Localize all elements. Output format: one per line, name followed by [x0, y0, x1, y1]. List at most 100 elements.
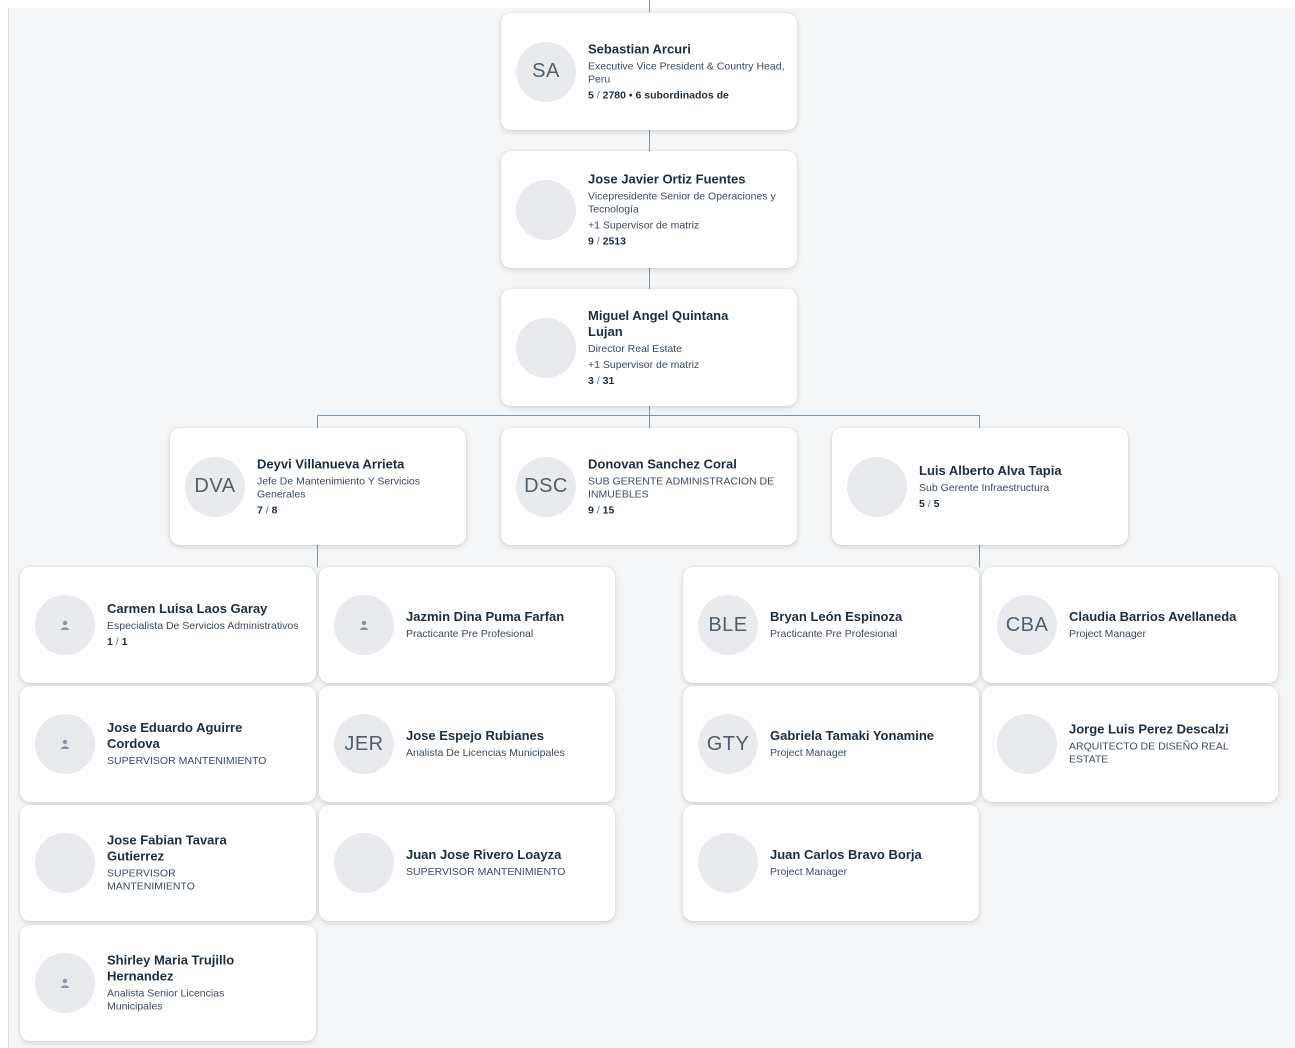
avatar: [35, 714, 95, 774]
job-title: Project Manager: [770, 747, 848, 759]
org-card[interactable]: Jazmin Dina Puma Farfan Practicante Pre …: [319, 567, 615, 683]
employee-name: Sebastian Arcuri: [588, 41, 691, 56]
total-reports-count: 2780: [602, 89, 626, 101]
org-card[interactable]: CBA Claudia Barrios Avellaneda Project M…: [982, 567, 1278, 683]
employee-name: Jose Espejo Rubianes: [406, 728, 544, 743]
employee-name: Deyvi Villanueva Arrieta: [257, 456, 405, 471]
org-card[interactable]: DVA Deyvi Villanueva Arrieta Jefe De Man…: [170, 428, 466, 545]
avatar-initials: GTY: [706, 732, 750, 755]
job-title: Project Manager: [1069, 628, 1147, 640]
total-reports-count: 2513: [602, 235, 626, 247]
avatar: DVA: [185, 456, 245, 517]
org-card[interactable]: Jose Fabian Tavara Gutierrez SUPERVISOR …: [20, 805, 316, 921]
job-title: Executive Vice President & Country Head,…: [588, 60, 785, 85]
job-title: Analista Senior Licencias Municipales: [107, 987, 225, 1013]
org-card[interactable]: Luis Alberto Alva Tapia Sub Gerente Infr…: [832, 428, 1128, 545]
employee-name: Carmen Luisa Laos Garay: [107, 601, 268, 616]
connector-line: [649, 406, 650, 428]
org-card[interactable]: Jose Javier Ortiz Fuentes Vicepresidente…: [501, 151, 797, 268]
report-counts: 5 / 5: [919, 498, 1116, 511]
avatar: [847, 456, 907, 517]
avatar: [997, 714, 1057, 774]
total-reports-count: 1: [121, 636, 128, 648]
org-card[interactable]: Juan Carlos Bravo Borja Project Manager: [683, 805, 979, 921]
person-placeholder-icon: [61, 620, 69, 630]
report-counts: 9 / 15: [588, 504, 785, 517]
avatar: [35, 833, 95, 893]
total-reports-count: 31: [602, 374, 615, 387]
employee-name: Juan Carlos Bravo Borja: [770, 847, 922, 862]
avatar: CBA: [997, 595, 1057, 655]
employee-name: Bryan León Espinoza: [770, 609, 903, 624]
avatar-initials: BLE: [708, 613, 748, 636]
org-card[interactable]: DSC Donovan Sanchez Coral SUB GERENTE AD…: [501, 428, 797, 545]
person-placeholder-icon: [61, 739, 69, 749]
connector-line: [317, 415, 318, 428]
total-reports-count: 5: [933, 497, 940, 510]
employee-name: Jose Javier Ortiz Fuentes: [588, 171, 746, 186]
person-placeholder-icon: [360, 620, 368, 630]
org-card[interactable]: Miguel Angel Quintana Lujan Director Rea…: [501, 289, 797, 406]
connector-line: [979, 545, 980, 567]
avatar-initials: DSC: [524, 475, 568, 497]
job-title: SUPERVISOR MANTENIMIENTO: [406, 866, 566, 878]
connector-line: [649, 268, 650, 289]
avatar-initials: JER: [344, 732, 384, 755]
count-separator: /: [593, 374, 603, 387]
org-card[interactable]: BLE Bryan León Espinoza Practicante Pre …: [683, 567, 979, 683]
total-reports-count: 15: [602, 504, 615, 516]
org-card[interactable]: GTY Gabriela Tamaki Yonamine Project Man…: [683, 686, 979, 802]
avatar: [698, 833, 758, 893]
job-title: Analista De Licencias Municipales: [406, 747, 565, 759]
employee-name: Jose Eduardo Aguirre Cordova: [107, 720, 243, 751]
avatar-initials: SA: [532, 60, 560, 82]
count-separator: /: [112, 636, 122, 648]
employee-name: Gabriela Tamaki Yonamine: [770, 728, 935, 743]
org-card[interactable]: Carmen Luisa Laos Garay Especialista De …: [20, 567, 316, 683]
avatar: DSC: [516, 456, 576, 517]
org-card[interactable]: SA Sebastian Arcuri Executive Vice Presi…: [501, 13, 797, 130]
job-title: Sub Gerente Infraestructura: [919, 481, 1050, 494]
employee-name: Jorge Luis Perez Descalzi: [1069, 721, 1229, 737]
avatar: BLE: [698, 595, 758, 655]
matrix-supervisor-note: +1 Supervisor de matriz: [588, 219, 700, 231]
job-title: ARQUITECTO DE DISEÑO REAL ESTATE: [1069, 740, 1229, 766]
job-title: Jefe De Mantenimiento Y Servicios Genera…: [257, 475, 421, 500]
job-title: SUPERVISOR MANTENIMIENTO: [107, 867, 195, 893]
report-counts: 3 / 31: [588, 375, 757, 388]
avatar: [516, 179, 576, 240]
avatar-initials: DVA: [194, 475, 236, 497]
connector-line: [317, 545, 318, 567]
count-separator: /: [593, 89, 603, 101]
subordinates-note: • 6 subordinados de: [628, 89, 729, 101]
job-title: SUPERVISOR MANTENIMIENTO: [107, 755, 267, 767]
report-counts: 5 / 2780 • 6 subordinados de: [588, 89, 785, 102]
employee-name: Donovan Sanchez Coral: [588, 456, 737, 471]
avatar-initials: CBA: [1005, 613, 1049, 636]
org-card[interactable]: Jorge Luis Perez Descalzi ARQUITECTO DE …: [982, 686, 1278, 802]
employee-name: Jose Fabian Tavara Gutierrez: [107, 832, 227, 864]
org-card[interactable]: Jose Eduardo Aguirre Cordova SUPERVISOR …: [20, 686, 316, 802]
avatar: [35, 595, 95, 655]
matrix-supervisor-note: +1 Supervisor de matriz: [588, 358, 700, 371]
employee-name: Miguel Angel Quintana Lujan: [588, 307, 729, 339]
avatar: [516, 317, 576, 378]
org-card[interactable]: Shirley Maria Trujillo Hernandez Analist…: [20, 925, 316, 1041]
avatar: JER: [334, 714, 394, 774]
job-title: Practicante Pre Profesional: [406, 628, 534, 640]
job-title: Project Manager: [770, 866, 848, 878]
count-separator: /: [262, 504, 272, 516]
job-title: Vicepresidente Senior de Operaciones y T…: [588, 190, 776, 215]
org-card[interactable]: JER Jose Espejo Rubianes Analista De Lic…: [319, 686, 615, 802]
employee-name: Luis Alberto Alva Tapia: [919, 462, 1062, 478]
total-reports-count: 8: [271, 504, 278, 516]
avatar: GTY: [698, 714, 758, 774]
employee-name: Shirley Maria Trujillo Hernandez: [107, 952, 235, 984]
report-counts: 1 / 1: [107, 636, 304, 649]
job-title: Practicante Pre Profesional: [770, 628, 898, 640]
org-card[interactable]: Juan Jose Rivero Loayza SUPERVISOR MANTE…: [319, 805, 615, 921]
count-separator: /: [593, 235, 603, 247]
connector-line: [317, 415, 980, 416]
connector-line: [649, 0, 650, 12]
job-title: SUB GERENTE ADMINISTRACION DE INMUEBLES: [588, 475, 775, 500]
